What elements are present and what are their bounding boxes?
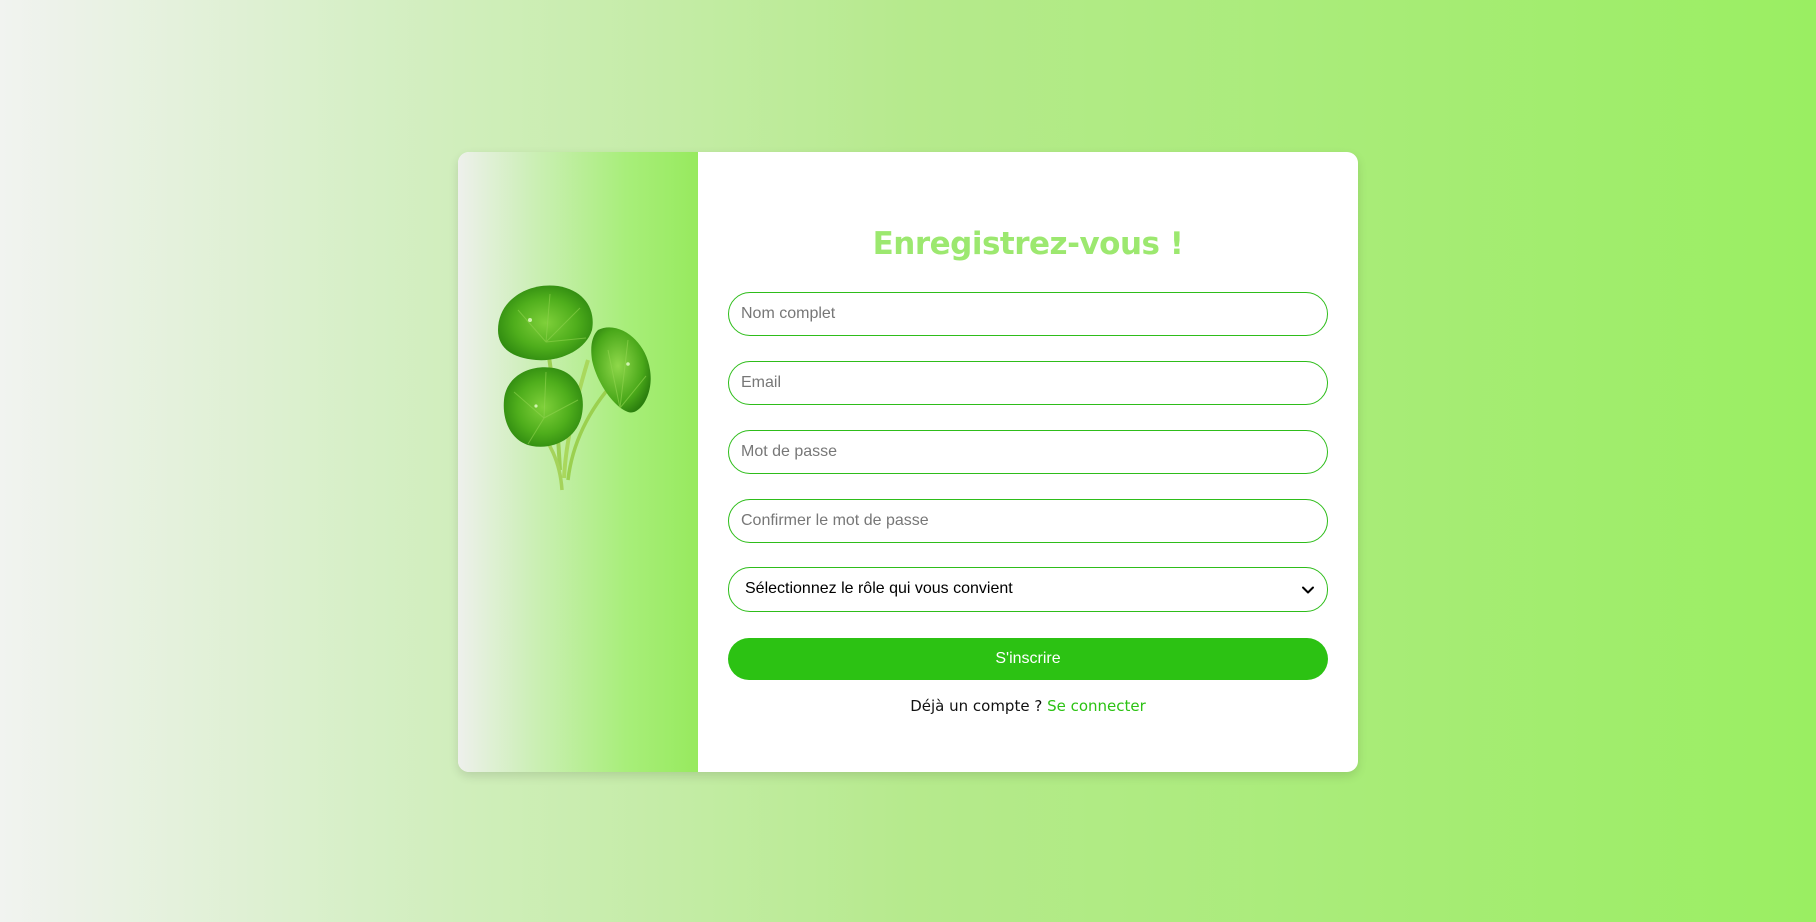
- role-select[interactable]: Sélectionnez le rôle qui vous convient: [728, 567, 1328, 612]
- registration-form: Enregistrez-vous ! Sélectionnez le rôle …: [698, 152, 1358, 772]
- login-link[interactable]: Se connecter: [1047, 697, 1146, 715]
- confirm-password-input[interactable]: [728, 499, 1328, 543]
- login-prompt-text: Déjà un compte ?: [910, 697, 1043, 715]
- login-prompt-line: Déjà un compte ? Se connecter: [698, 697, 1358, 715]
- register-card: Enregistrez-vous ! Sélectionnez le rôle …: [458, 152, 1358, 772]
- email-input[interactable]: [728, 361, 1328, 405]
- role-select-value: Sélectionnez le rôle qui vous convient: [745, 580, 1013, 597]
- chevron-down-icon: [1302, 586, 1314, 594]
- form-title: Enregistrez-vous !: [872, 226, 1184, 262]
- register-button[interactable]: S'inscrire: [728, 638, 1328, 680]
- side-panel: [458, 152, 698, 772]
- centella-leaves-image: [498, 285, 651, 491]
- password-input[interactable]: [728, 430, 1328, 474]
- full-name-input[interactable]: [728, 292, 1328, 336]
